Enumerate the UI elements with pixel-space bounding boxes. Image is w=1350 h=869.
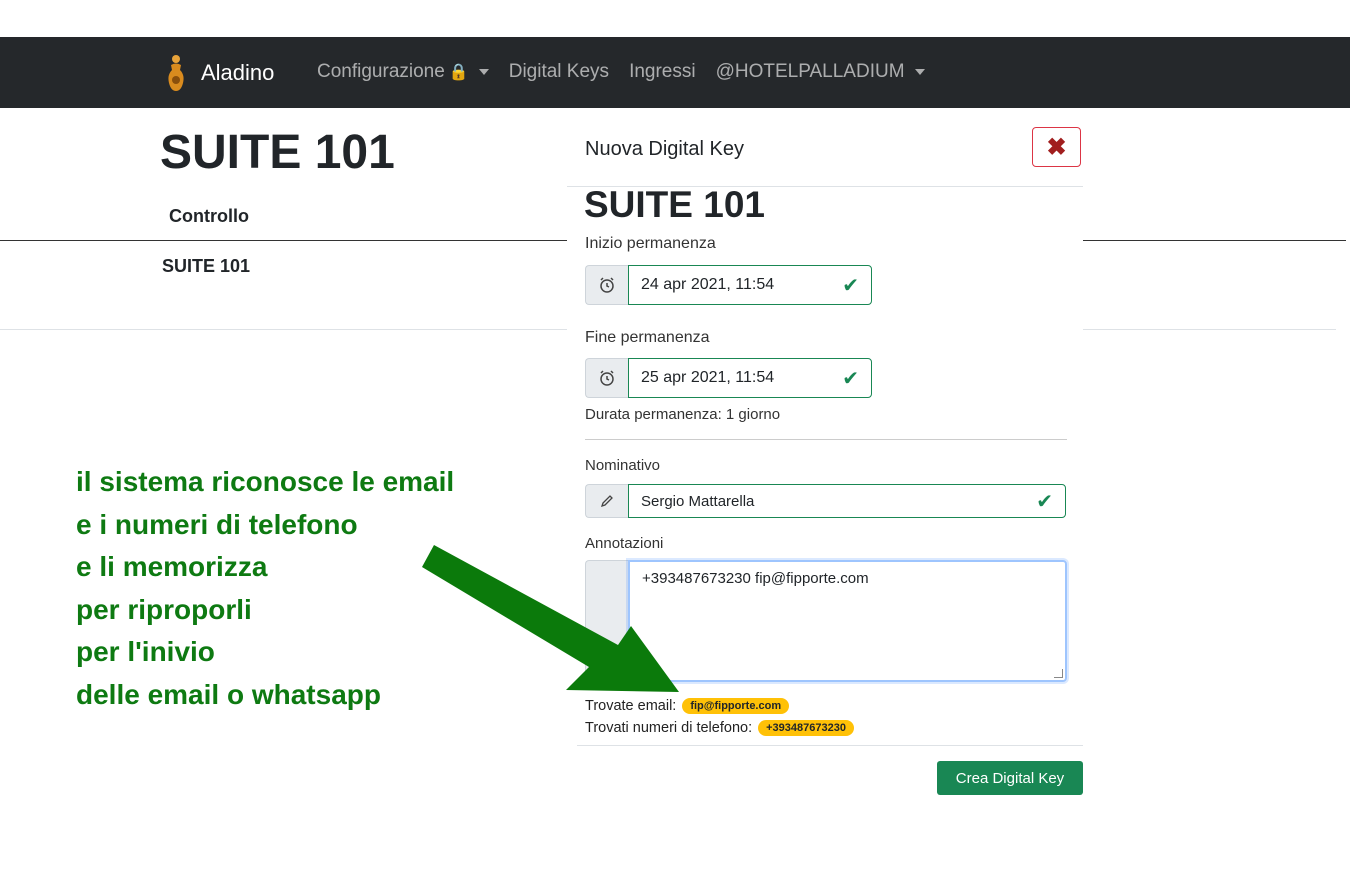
form-divider [585, 439, 1067, 440]
pencil-icon [585, 484, 628, 518]
table-cell-room: SUITE 101 [162, 256, 251, 276]
start-date-value: 24 apr 2021, 11:54 [641, 276, 775, 293]
annotation-text: il sistema riconosce le email e i numeri… [76, 461, 454, 716]
nav-account-menu[interactable]: @HOTELPALLADIUM [716, 61, 925, 83]
notes-value: +393487673230 fip@fipporte.com [642, 570, 869, 587]
notes-label: Annotazioni [585, 535, 664, 552]
check-icon: ✔ [842, 274, 859, 297]
brand-name: Aladino [201, 60, 275, 85]
nav-ingressi-label: Ingressi [629, 61, 696, 82]
email-badge[interactable]: fip@fipporte.com [682, 698, 790, 714]
found-phones: Trovati numeri di telefono: +39348767323… [585, 720, 854, 736]
end-date-value: 25 apr 2021, 11:54 [641, 369, 775, 386]
check-icon: ✔ [842, 367, 859, 390]
chevron-down-icon [914, 69, 925, 75]
end-date-input[interactable]: 25 apr 2021, 11:54 ✔ [628, 358, 872, 398]
new-digital-key-modal: Nuova Digital Key ✖ SUITE 101 Inizio per… [567, 108, 1083, 808]
create-digital-key-button[interactable]: Crea Digital Key [937, 761, 1083, 795]
annotation-line: e i numeri di telefono [76, 508, 358, 540]
chevron-down-icon [478, 69, 489, 75]
found-emails: Trovate email: fip@fipporte.com [585, 698, 790, 714]
resize-handle-icon[interactable] [1054, 669, 1063, 678]
modal-header: Nuova Digital Key ✖ [567, 108, 1083, 187]
modal-room-title: SUITE 101 [584, 184, 765, 225]
end-date-label: Fine permanenza [585, 329, 710, 346]
nav-digital-keys-label: Digital Keys [508, 61, 610, 82]
name-group: Sergio Mattarella ✔ [585, 484, 1066, 518]
start-date-label: Inizio permanenza [585, 235, 716, 252]
nav-configurazione-label: Configurazione [317, 61, 445, 82]
page-title: SUITE 101 [160, 126, 395, 179]
start-date-group: 24 apr 2021, 11:54 ✔ [585, 265, 872, 305]
aladino-logo-icon [168, 55, 184, 91]
modal-title: Nuova Digital Key [585, 138, 744, 160]
found-phones-label: Trovati numeri di telefono: [585, 720, 753, 736]
annotation-line: delle email o whatsapp [76, 678, 381, 710]
lock-icon: 🔒 [448, 64, 469, 81]
nav-configurazione[interactable]: Configurazione 🔒 [317, 61, 489, 83]
notes-textarea[interactable]: +393487673230 fip@fipporte.com [628, 560, 1067, 682]
annotation-line: per riproporli [76, 593, 252, 625]
alarm-clock-icon [585, 358, 628, 398]
notes-group: +393487673230 fip@fipporte.com [585, 560, 1067, 682]
close-button[interactable]: ✖ [1032, 127, 1081, 167]
annotation-line: per l'inivio [76, 636, 215, 667]
nav-digital-keys[interactable]: Digital Keys [509, 61, 609, 83]
annotation-line: il sistema riconosce le email [76, 466, 455, 497]
close-icon: ✖ [1046, 133, 1067, 161]
stay-duration: Durata permanenza: 1 giorno [585, 406, 781, 423]
top-navbar: Aladino Configurazione 🔒 Digital Keys In… [0, 37, 1350, 108]
alarm-clock-icon [585, 265, 628, 305]
name-value: Sergio Mattarella [641, 492, 755, 510]
nav-ingressi[interactable]: Ingressi [629, 61, 696, 83]
table-header-controllo: Controllo [169, 206, 249, 226]
check-icon: ✔ [1036, 490, 1053, 513]
name-label: Nominativo [585, 457, 661, 474]
end-date-group: 25 apr 2021, 11:54 ✔ [585, 358, 872, 398]
name-input[interactable]: Sergio Mattarella ✔ [628, 484, 1066, 518]
notes-addon [585, 560, 628, 682]
found-emails-label: Trovate email: [585, 698, 677, 714]
modal-footer-divider [577, 745, 1083, 746]
annotation-line: e li memorizza [76, 551, 268, 582]
brand[interactable]: Aladino [163, 53, 274, 93]
nav-account-label: @HOTELPALLADIUM [715, 61, 905, 82]
phone-badge[interactable]: +393487673230 [758, 720, 854, 736]
start-date-input[interactable]: 24 apr 2021, 11:54 ✔ [628, 265, 872, 305]
